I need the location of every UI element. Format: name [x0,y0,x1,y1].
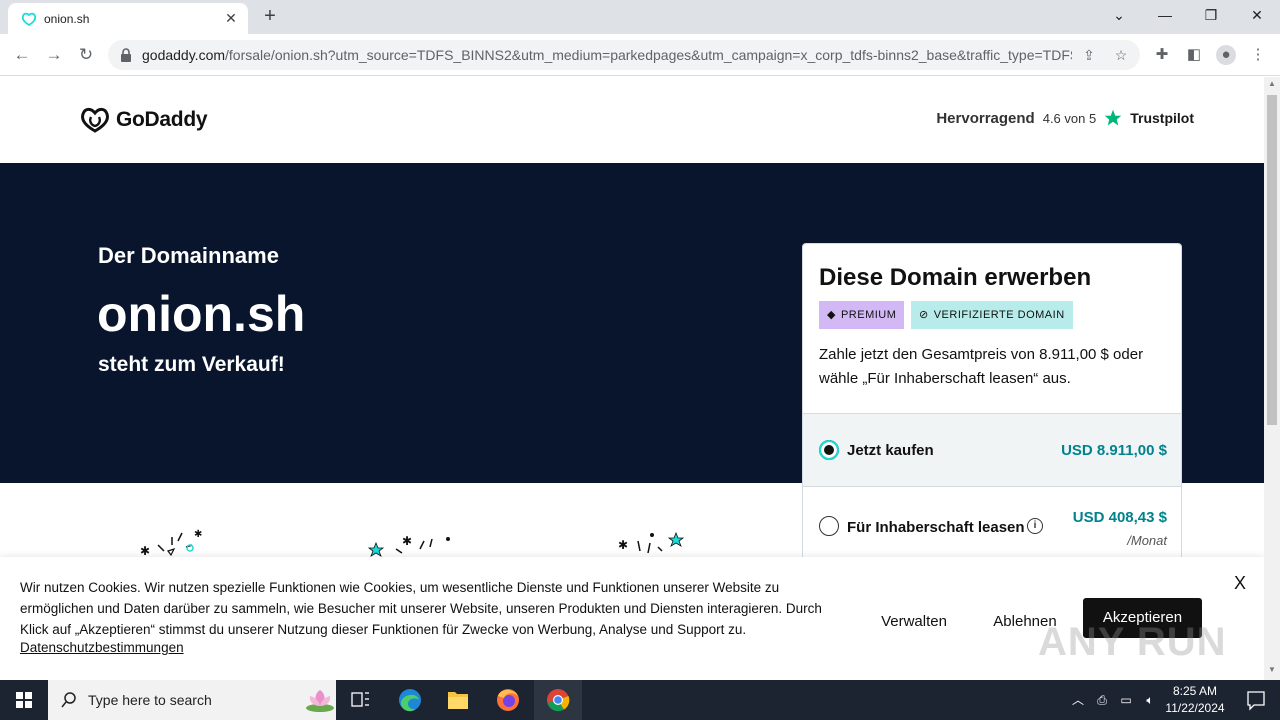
scroll-thumb[interactable] [1267,95,1277,425]
cookie-text: Wir nutzen Cookies. Wir nutzen spezielle… [20,580,822,637]
page-scrollbar[interactable]: ▲ ▼ [1264,77,1280,680]
info-icon[interactable]: i [1027,518,1043,534]
manage-button[interactable]: Verwalten [866,609,962,635]
check-circle-icon: ⊘ [919,309,929,321]
cookie-close-icon[interactable]: X [1230,573,1250,593]
tray-chevron-icon[interactable]: ︿ [1070,692,1086,708]
maximize-icon[interactable]: ❐ [1188,4,1234,28]
volume-icon[interactable]: 🔈︎ [1142,692,1158,708]
privacy-policy-link[interactable]: Datenschutzbestimmungen [20,640,184,655]
file-explorer-icon[interactable] [434,680,482,720]
godaddy-logo[interactable]: GoDaddy [80,105,208,135]
buy-now-price: USD 8.911,00 $ [1061,442,1167,459]
tab-close-icon[interactable]: ✕ [222,9,240,27]
verified-badge-label: VERIFIZIERTE DOMAIN [933,309,1065,321]
url-text: godaddy.com/forsale/onion.sh?utm_source=… [142,47,1072,63]
site-header: GoDaddy Hervorragend 4.6 von 5 Trustpilo… [0,77,1264,163]
scroll-up-icon[interactable]: ▲ [1264,79,1280,93]
hero-pretitle: Der Domainname [98,243,279,268]
menu-kebab-icon[interactable]: ⋮ [1248,45,1268,65]
taskbar-search-placeholder: Type here to search [88,692,212,708]
windows-start-icon[interactable] [0,680,48,720]
windows-taskbar: Type here to search ︿ ⎙ ▭ 🔈︎ 8:25 AM 11/… [0,680,1280,720]
forward-icon[interactable]: → [42,43,66,67]
godaddy-favicon-icon [21,12,37,27]
browser-toolbar: ← → ↻ godaddy.com/forsale/onion.sh?utm_s… [0,34,1280,76]
diamond-icon: ◆ [827,309,836,321]
edge-browser-icon[interactable] [386,680,434,720]
lotus-flower-icon [306,690,334,712]
godaddy-logo-icon [81,107,109,133]
svg-text:✱: ✱ [194,529,202,540]
trustpilot-rating[interactable]: Hervorragend 4.6 von 5 Trustpilot [936,109,1194,127]
lease-price: USD 408,43 $ [1072,509,1167,526]
firefox-icon[interactable] [484,680,532,720]
clock-time: 8:25 AM [1172,684,1218,698]
card-description: Zahle jetzt den Gesamtpreis von 8.911,00… [819,346,1144,387]
close-window-icon[interactable]: ✕ [1234,4,1280,28]
lease-period: /Monat [1127,533,1167,548]
anyrun-watermark-logo: ANY RUN [1038,620,1227,664]
rating-word: Hervorragend [936,109,1035,127]
back-icon[interactable]: ← [10,43,34,67]
trustpilot-star-icon [1104,109,1122,126]
bookmark-star-icon[interactable]: ☆ [1112,46,1130,64]
trustpilot-name: Trustpilot [1130,110,1194,126]
buy-now-label: Jetzt kaufen [847,442,934,459]
task-view-icon[interactable] [336,680,384,720]
search-icon [61,692,76,708]
tray-app-icon[interactable]: ⎙ [1094,692,1110,708]
svg-text:✱: ✱ [402,534,412,548]
taskbar-clock[interactable]: 8:25 AM 11/22/2024 [1162,683,1228,717]
card-title: Diese Domain erwerben [819,264,1092,291]
reload-icon[interactable]: ↻ [74,43,98,67]
premium-badge-label: PREMIUM [840,309,897,321]
clock-date: 11/22/2024 [1165,701,1225,715]
extensions-icon[interactable]: ✚ [1152,45,1172,65]
new-tab-icon[interactable]: + [258,6,282,28]
notifications-icon[interactable] [1232,680,1280,720]
page-viewport: GoDaddy Hervorragend 4.6 von 5 Trustpilo… [0,77,1264,680]
buy-now-option[interactable]: Jetzt kaufen USD 8.911,00 $ [803,413,1181,487]
tab-search-icon[interactable]: ⌄ [1096,4,1142,28]
side-panel-icon[interactable]: ◧ [1184,45,1204,65]
rating-score: 4.6 von 5 [1042,110,1097,126]
hero-domain-name: onion.sh [97,286,306,342]
hero-subtitle: steht zum Verkauf! [98,353,285,376]
network-icon[interactable]: ▭ [1118,692,1134,708]
svg-text:✱: ✱ [140,544,150,558]
lease-radio[interactable] [819,516,839,536]
profile-avatar-icon[interactable]: ● [1216,45,1236,65]
tab-strip: onion.sh ✕ + ⌄ — ❐ ✕ [0,0,1280,34]
lease-label: Für Inhaberschaft leasen [847,519,1025,536]
url-path: /forsale/onion.sh?utm_source=TDFS_BINNS2… [225,47,1072,63]
premium-badge: ◆ PREMIUM [819,301,905,329]
svg-text:✱: ✱ [618,538,628,552]
minimize-icon[interactable]: — [1142,4,1188,28]
browser-tab[interactable]: onion.sh ✕ [8,3,248,34]
address-bar[interactable]: godaddy.com/forsale/onion.sh?utm_source=… [108,40,1140,70]
scroll-down-icon[interactable]: ▼ [1264,665,1280,679]
buy-now-radio[interactable] [819,440,839,460]
logo-text: GoDaddy [116,108,208,131]
cookie-banner: Wir nutzen Cookies. Wir nutzen spezielle… [0,557,1264,680]
url-host: godaddy.com [142,47,226,63]
chrome-icon[interactable] [534,680,582,720]
svg-text:ANY RUN: ANY RUN [1038,620,1227,664]
lock-icon [121,48,131,62]
tab-title: onion.sh [44,12,90,26]
verified-badge: ⊘ VERIFIZIERTE DOMAIN [911,301,1073,329]
taskbar-search-box[interactable]: Type here to search [48,680,336,720]
share-icon[interactable]: ⇪ [1080,46,1098,64]
